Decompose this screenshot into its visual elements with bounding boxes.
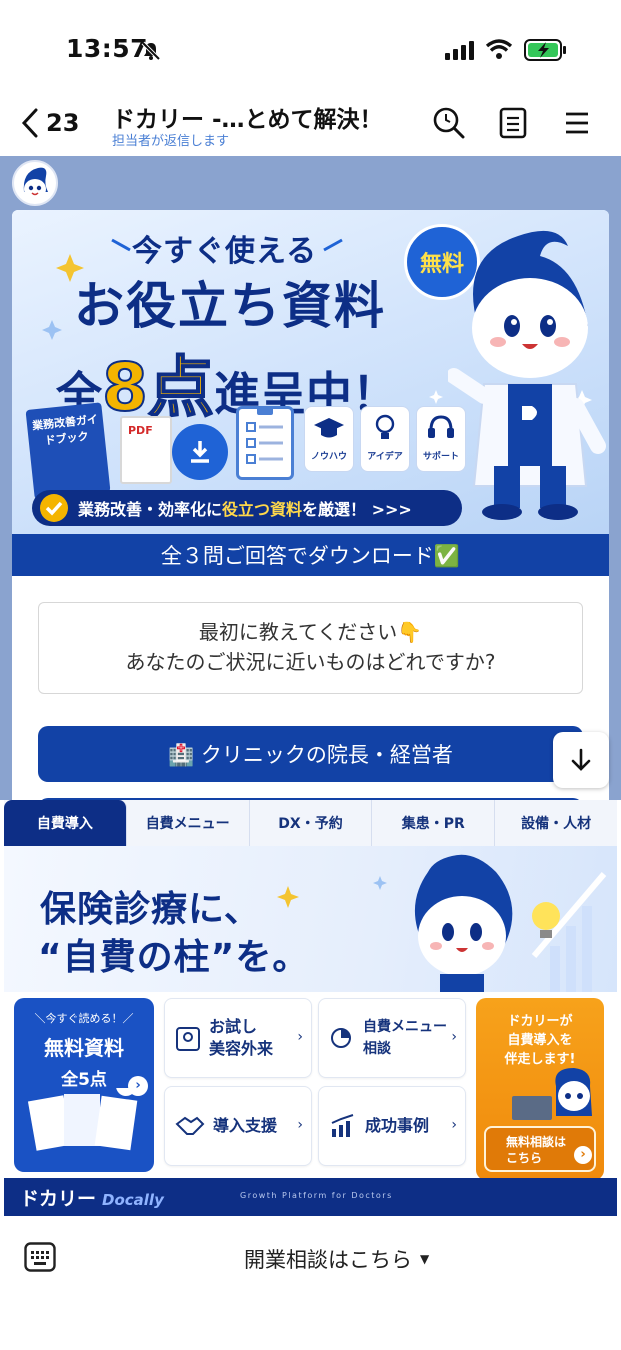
- menu-icon[interactable]: [562, 106, 592, 140]
- back-button[interactable]: 23: [18, 106, 79, 140]
- success-stories-tile[interactable]: 成功事例 ›: [318, 1086, 466, 1166]
- trial-cosmetic-tile[interactable]: お試し 美容外来 ›: [164, 998, 312, 1078]
- scroll-down-button[interactable]: [553, 732, 609, 788]
- trial-cosmetic-label: お試し 美容外来: [209, 1017, 274, 1058]
- brand-logo-en: Docally: [102, 1191, 164, 1209]
- question-box: 最初に教えてください👇 あなたのご状況に近いものはどれですか?: [38, 602, 583, 694]
- growth-chart-icon: [331, 1114, 354, 1137]
- option-clinic-owner-button[interactable]: 🏥 クリニックの院長・経営者: [38, 726, 583, 782]
- pdf-icon: PDF: [120, 416, 172, 484]
- free-materials-card[interactable]: ＼今すぐ読める！／ 無料資料 全5点 ›: [14, 998, 154, 1172]
- status-bar: 13:57: [0, 0, 621, 100]
- download-cta[interactable]: 全３問ご回答でダウンロード✅: [12, 534, 609, 576]
- rich-menu-tabs: 自費導入 自費メニュー DX・予約 集患・PR 設備・人材: [4, 800, 617, 846]
- account-avatar[interactable]: [12, 160, 58, 206]
- chevron-left-icon: [21, 108, 38, 138]
- chevron-right-icon: ›: [128, 1076, 148, 1096]
- rich-menu: 自費導入 自費メニュー DX・予約 集患・PR 設備・人材 保険診療に、 “自費…: [4, 800, 617, 1216]
- keyboard-icon[interactable]: [24, 1242, 56, 1272]
- chat-header: 23 ドカリー -…とめて解決！ 担当者が返信します: [0, 100, 621, 156]
- question-line2: あなたのご状況に近いものはどれですか?: [125, 650, 496, 674]
- guidebook-illustration: 業務改善ガイドブック: [25, 402, 111, 500]
- brand-logo: ドカリー Docally: [20, 1184, 164, 1211]
- rich-menu-hero[interactable]: 保険診療に、 “自費の柱”を。: [4, 846, 617, 992]
- rich-menu-footer: ドカリー Docally Growth Platform for Doctors: [4, 1178, 617, 1216]
- notes-icon[interactable]: [498, 106, 528, 140]
- chevron-right-icon: ›: [451, 1117, 457, 1133]
- chat-subtitle: 担当者が返信します: [112, 134, 230, 149]
- status-time: 13:57: [66, 34, 149, 63]
- self-pay-menu-consult-label: 自費メニュー 相談: [363, 1019, 447, 1057]
- hero-line1: 保険診療に、: [40, 889, 261, 930]
- signal-icon: [445, 41, 474, 60]
- brand-logo-ja: ドカリー: [20, 1188, 97, 1210]
- ribbon-pre: 業務改善・効率化に: [78, 500, 223, 519]
- bell-muted-icon: [141, 41, 161, 61]
- mascot-laptop-illustration: [512, 1068, 592, 1120]
- implementation-support-label: 導入支援: [213, 1116, 278, 1135]
- tab-dx-booking[interactable]: DX・予約: [250, 800, 373, 846]
- consultation-card[interactable]: ドカリーが 自費導入を 伴走します! 無料相談は こちら ›: [476, 998, 604, 1180]
- chat-area[interactable]: 今すぐ使える お役立ち資料 全8点進呈中！ 無料 業務改善ガイドブック PDF …: [0, 156, 621, 800]
- chevron-right-icon: ›: [451, 1029, 457, 1045]
- doctor-badge-icon: [176, 1027, 200, 1051]
- pie-chart-icon: [331, 1028, 351, 1048]
- brand-tagline: Growth Platform for Doctors: [240, 1191, 393, 1200]
- chevron-right-icon: ›: [574, 1146, 592, 1164]
- banner-ribbon: 業務改善・効率化に 役立つ資料 を厳選！ >>>: [32, 490, 462, 526]
- banner-count: 8点: [101, 348, 215, 427]
- message-card: 今すぐ使える お役立ち資料 全8点進呈中！ 無料 業務改善ガイドブック PDF …: [12, 210, 609, 800]
- banner-line1: 今すぐ使える: [132, 234, 318, 269]
- arrow-down-icon: [571, 748, 591, 771]
- free-materials-kicker: ＼今すぐ読める！／: [34, 1012, 134, 1025]
- rich-menu-toggle[interactable]: 開業相談はこちら ▼: [244, 1244, 429, 1274]
- ribbon-highlight: 役立つ資料: [222, 500, 303, 519]
- chevron-right-icon: ›: [297, 1117, 303, 1133]
- wifi-icon: [485, 39, 513, 59]
- lightbulb-icon: [375, 414, 395, 439]
- mascot-illustration: [448, 230, 606, 520]
- mascot-avatar-icon: [23, 167, 48, 199]
- bottom-bar: 開業相談はこちら ▼: [0, 1216, 621, 1350]
- consultation-text: ドカリーが 自費導入を 伴走します!: [504, 1014, 576, 1067]
- tab-equipment-staff[interactable]: 設備・人材: [495, 800, 617, 846]
- self-pay-menu-consult-tile[interactable]: 自費メニュー 相談 ›: [318, 998, 466, 1078]
- tab-patient-pr[interactable]: 集患・PR: [372, 800, 496, 846]
- promo-banner[interactable]: 今すぐ使える お役立ち資料 全8点進呈中！ 無料 業務改善ガイドブック PDF …: [12, 210, 609, 534]
- chevron-right-icon: ›: [297, 1029, 303, 1045]
- free-materials-title: 無料資料: [44, 1036, 124, 1060]
- implementation-support-tile[interactable]: 導入支援 ›: [164, 1086, 312, 1166]
- tab-self-pay-menu[interactable]: 自費メニュー: [127, 800, 250, 846]
- documents-illustration: [28, 1088, 138, 1151]
- tab-self-pay-intro[interactable]: 自費導入: [4, 800, 127, 846]
- search-icon[interactable]: [432, 106, 466, 140]
- battery-charging-icon: [524, 39, 566, 61]
- rich-menu-toggle-label: 開業相談はこちら: [244, 1248, 412, 1272]
- chat-title[interactable]: ドカリー -…とめて解決！: [112, 100, 383, 134]
- ribbon-post: を厳選！ >>>: [302, 500, 412, 519]
- graduation-cap-icon: [314, 418, 344, 438]
- unread-count: 23: [46, 109, 80, 137]
- question-line1: 最初に教えてください👇: [198, 620, 423, 644]
- check-icon: [40, 494, 68, 522]
- hero-line2: “自費の柱”を。: [38, 937, 310, 978]
- checklist-icon: [236, 406, 294, 480]
- download-icon: [172, 424, 228, 480]
- success-stories-label: 成功事例: [365, 1116, 430, 1135]
- banner-line2: お役立ち資料: [74, 277, 386, 335]
- handshake-icon: [175, 1116, 205, 1135]
- caret-down-icon: ▼: [420, 1252, 430, 1266]
